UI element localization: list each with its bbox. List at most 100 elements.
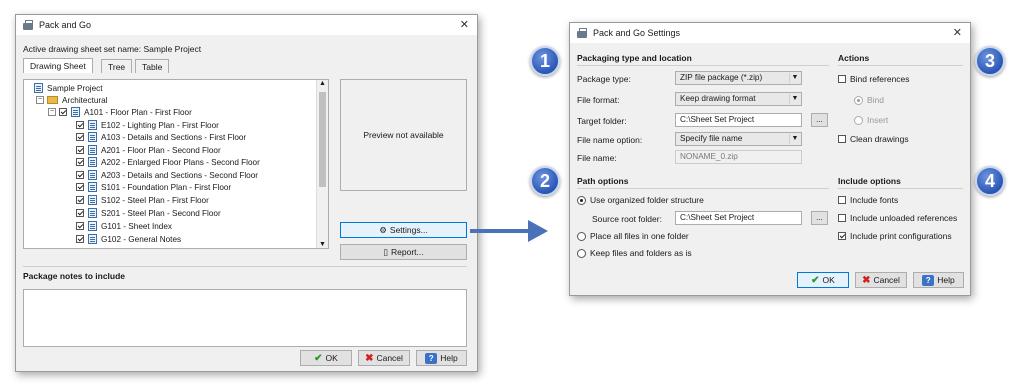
radio-button[interactable] xyxy=(577,231,586,241)
radio-button[interactable] xyxy=(854,95,863,105)
settings-help-label: Help xyxy=(937,275,955,285)
radio-keep-as-is[interactable]: Keep files and folders as is xyxy=(577,248,692,258)
tree-item[interactable]: − A101 - Floor Plan - First Floor xyxy=(48,106,192,118)
radio-button[interactable] xyxy=(577,248,586,258)
scroll-down-icon[interactable]: ▼ xyxy=(319,241,326,248)
target-folder-field[interactable]: C:\Sheet Set Project xyxy=(675,113,802,127)
report-button-label: Report... xyxy=(391,247,424,257)
include-print-checkbox[interactable]: Include print configurations xyxy=(838,231,952,241)
packaging-header: Packaging type and location xyxy=(577,53,692,63)
sheet-checkbox[interactable] xyxy=(76,158,84,166)
pack-and-go-app-icon xyxy=(576,27,588,39)
include-unloaded-checkbox[interactable]: Include unloaded references xyxy=(838,213,957,223)
tree-item[interactable]: A202 - Enlarged Floor Plans - Second Flo… xyxy=(76,156,260,168)
divider xyxy=(23,266,467,267)
package-notes-textarea[interactable] xyxy=(23,289,467,347)
file-format-select[interactable]: Keep drawing format ▼ xyxy=(675,92,802,106)
radio-button[interactable] xyxy=(854,115,863,125)
tree-item[interactable]: G101 - Sheet Index xyxy=(76,220,172,232)
sheet-checkbox[interactable] xyxy=(76,209,84,217)
help-button[interactable]: ? Help xyxy=(416,350,467,366)
tree-item-label: A202 - Enlarged Floor Plans - Second Flo… xyxy=(101,157,260,167)
collapse-icon[interactable]: − xyxy=(36,96,44,104)
divider xyxy=(838,65,963,66)
tree-item[interactable]: A103 - Details and Sections - First Floo… xyxy=(76,131,246,143)
settings-title-bar: Pack and Go Settings ✕ xyxy=(570,23,970,43)
step-badge-2: 2 xyxy=(530,166,560,196)
radio-insert[interactable]: Insert xyxy=(854,115,888,125)
sheet-checkbox[interactable] xyxy=(76,171,84,179)
collapse-icon[interactable]: − xyxy=(48,108,56,116)
source-root-browse-button[interactable]: ... xyxy=(811,211,828,225)
sheet-checkbox[interactable] xyxy=(76,222,84,230)
target-folder-browse-button[interactable]: ... xyxy=(811,113,828,127)
sheet-checkbox[interactable] xyxy=(76,235,84,243)
clean-drawings-checkbox[interactable]: Clean drawings xyxy=(838,134,909,144)
checkbox[interactable] xyxy=(838,135,846,143)
tab-drawing-sheet[interactable]: Drawing Sheet xyxy=(23,58,93,73)
close-icon[interactable]: ✕ xyxy=(460,18,469,31)
checkbox[interactable] xyxy=(838,75,846,83)
radio-organized-label: Use organized folder structure xyxy=(590,195,704,205)
clean-drawings-label: Clean drawings xyxy=(850,134,909,144)
package-type-select[interactable]: ZIP file package (*.zip) ▼ xyxy=(675,71,802,85)
sheet-checkbox[interactable] xyxy=(76,121,84,129)
tree-scrollbar[interactable]: ▲ ▼ xyxy=(316,80,328,248)
tree-item-label: A201 - Floor Plan - Second Floor xyxy=(101,145,221,155)
ok-button[interactable]: ✔ OK xyxy=(300,350,352,366)
radio-organized-folder[interactable]: Use organized folder structure xyxy=(577,195,704,205)
tree-root[interactable]: Sample Project xyxy=(34,82,103,94)
pack-and-go-app-icon xyxy=(22,19,34,31)
tree-item[interactable]: S101 - Foundation Plan - First Floor xyxy=(76,181,231,193)
tree-group-architectural[interactable]: − Architectural xyxy=(36,94,108,106)
scroll-up-icon[interactable]: ▲ xyxy=(319,80,326,87)
sheet-icon xyxy=(88,234,97,244)
tree-item[interactable]: A203 - Details and Sections - Second Flo… xyxy=(76,169,258,181)
sheet-tree[interactable]: Sample Project − Architectural − A101 - … xyxy=(23,79,329,249)
checkbox[interactable] xyxy=(838,196,846,204)
scroll-thumb[interactable] xyxy=(319,92,326,187)
sheet-icon xyxy=(88,208,97,218)
file-name-option-select[interactable]: Specify file name ▼ xyxy=(675,132,802,146)
gear-icon: ⚙ xyxy=(379,224,387,235)
checkbox[interactable] xyxy=(838,232,846,240)
report-button[interactable]: ▯ Report... xyxy=(340,244,467,260)
sheet-icon xyxy=(88,120,97,130)
include-fonts-checkbox[interactable]: Include fonts xyxy=(838,195,898,205)
tree-item[interactable]: A201 - Floor Plan - Second Floor xyxy=(76,144,221,156)
sheet-checkbox[interactable] xyxy=(76,183,84,191)
sheet-checkbox[interactable] xyxy=(59,108,67,116)
settings-button[interactable]: ⚙ Settings... xyxy=(340,222,467,238)
tree-item[interactable]: E102 - Lighting Plan - First Floor xyxy=(76,119,219,131)
cancel-button[interactable]: ✖ Cancel xyxy=(358,350,410,366)
radio-one-folder[interactable]: Place all files in one folder xyxy=(577,231,689,241)
sheet-checkbox[interactable] xyxy=(76,196,84,204)
tree-item-label: S102 - Steel Plan - First Floor xyxy=(101,195,209,205)
radio-button[interactable] xyxy=(577,195,586,205)
settings-help-button[interactable]: ? Help xyxy=(913,272,964,288)
tree-root-label: Sample Project xyxy=(47,83,103,93)
tree-item[interactable]: S201 - Steel Plan - Second Floor xyxy=(76,207,221,219)
file-format-label: File format: xyxy=(577,95,620,105)
sheet-checkbox[interactable] xyxy=(76,133,84,141)
step-badge-1: 1 xyxy=(530,46,560,76)
close-icon[interactable]: ✕ xyxy=(953,26,962,39)
settings-ok-button[interactable]: ✔ OK xyxy=(797,272,849,288)
source-root-field[interactable]: C:\Sheet Set Project xyxy=(675,211,802,225)
tab-tree[interactable]: Tree xyxy=(101,59,133,73)
include-header: Include options xyxy=(838,176,901,186)
settings-button-label: Settings... xyxy=(389,225,428,235)
file-name-option-label: File name option: xyxy=(577,135,643,145)
tab-table[interactable]: Table xyxy=(135,59,170,73)
checkbox[interactable] xyxy=(838,214,846,222)
tree-item[interactable]: G102 - General Notes xyxy=(76,233,181,245)
sheet-checkbox[interactable] xyxy=(76,146,84,154)
step-badge-3: 3 xyxy=(975,46,1005,76)
tree-item[interactable]: S102 - Steel Plan - First Floor xyxy=(76,194,209,206)
radio-bind[interactable]: Bind xyxy=(854,95,884,105)
settings-cancel-button[interactable]: ✖ Cancel xyxy=(855,272,907,288)
file-name-field[interactable]: NONAME_0.zip xyxy=(675,150,802,164)
radio-one-folder-label: Place all files in one folder xyxy=(590,231,689,241)
bind-references-checkbox[interactable]: Bind references xyxy=(838,74,910,84)
report-icon: ▯ xyxy=(383,246,389,257)
